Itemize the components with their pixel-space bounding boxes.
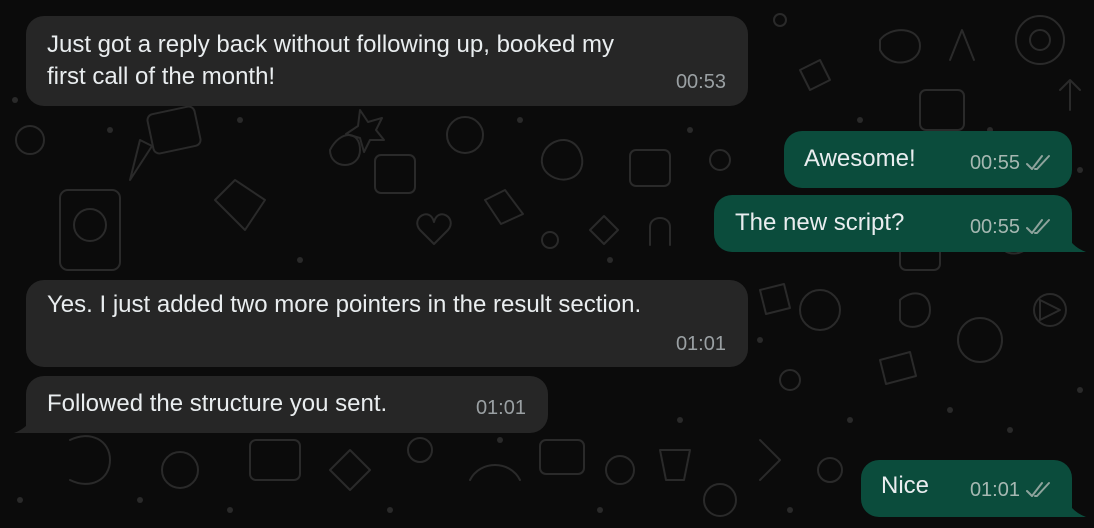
incoming-message[interactable]: Followed the structure you sent. 01:01 [26,376,548,433]
message-time: 01:01 [969,479,1020,501]
message-time: 00:55 [969,152,1020,174]
message-time: 01:01 [475,397,526,419]
message-text-line: Just got a reply back without following … [47,31,614,58]
message-text: Followed the structure you sent. [47,390,388,417]
message-time: 01:01 [675,333,726,355]
message-text: Awesome! [804,145,916,172]
message-time: 00:55 [969,216,1020,238]
double-check-icon [1026,219,1050,234]
message-meta: 00:55 [970,215,1052,239]
message-text: Nice [881,472,930,499]
message-meta: 00:53 [676,70,726,94]
message-meta: 01:01 [970,478,1052,502]
double-check-icon [1026,155,1050,170]
outgoing-message[interactable]: Awesome! 00:55 [784,131,1072,188]
outgoing-message[interactable]: The new script? 00:55 [714,195,1072,252]
message-time: 00:53 [675,71,726,93]
incoming-message[interactable]: Just got a reply back without following … [26,16,748,106]
message-text: Yes. I just added two more pointers in t… [47,291,642,318]
message-meta: 01:01 [676,332,726,356]
outgoing-message[interactable]: Nice 01:01 [861,460,1072,517]
incoming-message[interactable]: Yes. I just added two more pointers in t… [26,280,748,367]
message-text: The new script? [735,209,905,236]
message-meta: 00:55 [970,151,1052,175]
message-meta: 01:01 [476,396,526,420]
message-text-line: first call of the month! [47,63,276,90]
double-check-icon [1026,482,1050,497]
